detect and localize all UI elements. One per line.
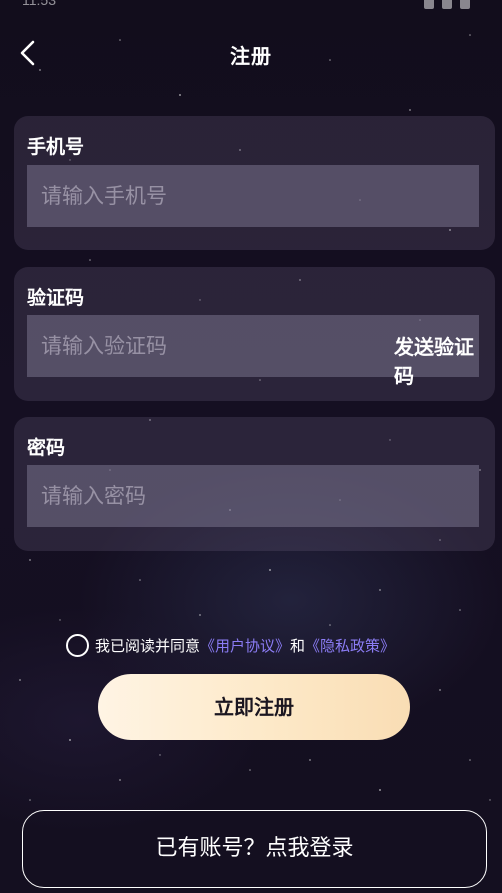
phone-label: 手机号 bbox=[27, 136, 85, 158]
agreement-row: 我已阅读并同意《用户协议》和《隐私政策》 bbox=[66, 634, 395, 660]
phone-card: 手机号 bbox=[14, 116, 495, 250]
password-input[interactable] bbox=[27, 465, 479, 527]
agreement-and: 和 bbox=[290, 637, 306, 655]
agreement-checkbox[interactable] bbox=[66, 634, 89, 657]
password-label: 密码 bbox=[27, 437, 66, 459]
code-label: 验证码 bbox=[27, 287, 85, 309]
user-agreement-link[interactable]: 《用户协议》 bbox=[200, 637, 290, 655]
agreement-prefix: 我已阅读并同意 bbox=[95, 637, 201, 655]
signal-icon bbox=[424, 0, 434, 9]
privacy-policy-link[interactable]: 《隐私政策》 bbox=[305, 637, 395, 655]
page-title: 注册 bbox=[230, 44, 272, 68]
wifi-icon bbox=[442, 0, 452, 9]
nav-bar: 注册 bbox=[0, 30, 502, 76]
status-bar: 11:53 bbox=[0, 0, 502, 10]
status-icons bbox=[416, 0, 476, 9]
code-card: 验证码 发送验证码 bbox=[14, 267, 495, 401]
status-time: 11:53 bbox=[22, 0, 56, 8]
password-card: 密码 bbox=[14, 417, 495, 551]
send-code-button[interactable]: 发送验证码 bbox=[394, 333, 476, 391]
battery-icon bbox=[460, 0, 470, 9]
phone-input[interactable] bbox=[27, 165, 479, 227]
login-button[interactable]: 已有账号？点我登录 bbox=[22, 810, 487, 888]
register-button[interactable]: 立即注册 bbox=[98, 674, 410, 740]
